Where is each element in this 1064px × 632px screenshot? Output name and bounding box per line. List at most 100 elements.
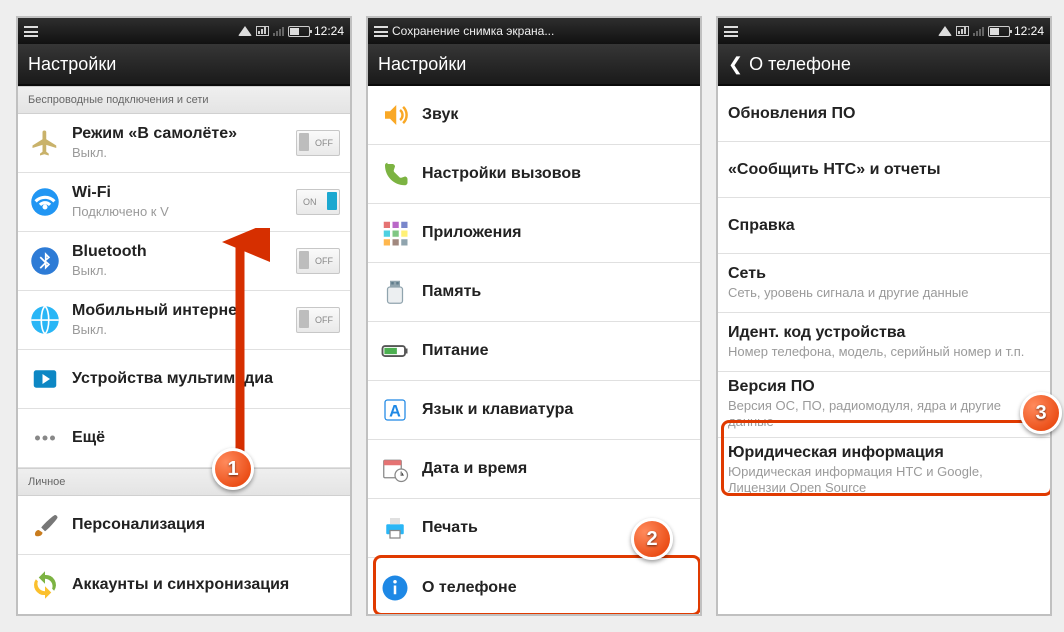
row-mobile-data[interactable]: Мобильный интернет Выкл. OFF [18, 291, 350, 350]
row-subtext: Юридическая информация HTC и Google, Лиц… [728, 464, 1040, 497]
row-label: Мобильный интернет [72, 302, 290, 320]
row-software-updates[interactable]: Обновления ПО [718, 86, 1050, 142]
wifi-icon [28, 185, 62, 219]
phone-screenshot-1: 12:24 Настройки Беспроводные подключения… [16, 16, 352, 616]
sound-icon [378, 98, 412, 132]
row-label: О телефоне [422, 579, 690, 597]
action-bar: Настройки [368, 44, 700, 86]
svg-text:A: A [389, 402, 401, 420]
info-icon [378, 571, 412, 605]
row-software-version[interactable]: Версия ПО Версия ОС, ПО, радиомодуля, яд… [718, 372, 1050, 438]
action-bar: Настройки [18, 44, 350, 86]
row-personalization[interactable]: Персонализация [18, 496, 350, 555]
annotation-badge-1: 1 [212, 448, 254, 490]
row-label: Режим «В самолёте» [72, 125, 290, 143]
sync-icon [28, 568, 62, 602]
sim-icon [256, 26, 269, 36]
row-label: Устройства мультимедиа [72, 370, 340, 388]
section-header-wireless: Беспроводные подключения и сети [18, 86, 350, 114]
row-label: Идент. код устройства [728, 324, 1040, 342]
battery-icon [378, 334, 412, 368]
globe-icon [28, 303, 62, 337]
toggle-bluetooth[interactable]: OFF [296, 248, 340, 274]
row-label: Приложения [422, 224, 690, 242]
more-horizontal-icon [28, 421, 62, 455]
row-label: Дата и время [422, 460, 690, 478]
notifications-icon [374, 26, 388, 37]
row-label: Wi-Fi [72, 184, 290, 202]
row-legal-info[interactable]: Юридическая информация Юридическая инфор… [718, 438, 1050, 503]
annotation-badge-2: 2 [631, 518, 673, 560]
notifications-icon [724, 26, 738, 37]
section-header-personal: Личное [18, 468, 350, 496]
row-airplane-mode[interactable]: Режим «В самолёте» Выкл. OFF [18, 114, 350, 173]
row-subtext: Версия ОС, ПО, радиомодуля, ядра и други… [728, 398, 1040, 431]
row-more[interactable]: Ещё [18, 409, 350, 468]
row-call-settings[interactable]: Настройки вызовов [368, 145, 700, 204]
toggle-wifi[interactable]: ON [296, 189, 340, 215]
row-label: Персонализация [72, 516, 340, 534]
airplane-icon [28, 126, 62, 160]
row-multimedia-devices[interactable]: Устройства мультимедиа [18, 350, 350, 409]
row-sound[interactable]: Звук [368, 86, 700, 145]
wifi-icon [238, 26, 252, 36]
row-label: Аккаунты и синхронизация [72, 576, 340, 594]
signal-icon [973, 27, 984, 36]
row-subtext: Сеть, уровень сигнала и другие данные [728, 285, 1040, 301]
row-storage[interactable]: Память [368, 263, 700, 322]
action-bar[interactable]: ❮ О телефоне [718, 44, 1050, 86]
apps-grid-icon [378, 216, 412, 250]
page-title: Настройки [28, 54, 116, 75]
row-network[interactable]: Сеть Сеть, уровень сигнала и другие данн… [718, 254, 1050, 313]
row-label: Обновления ПО [728, 105, 1040, 123]
status-bar: 12:24 [18, 18, 350, 44]
toggle-mobile-data[interactable]: OFF [296, 307, 340, 333]
row-label: Версия ПО [728, 378, 1040, 396]
wifi-icon [938, 26, 952, 36]
row-subtext: Номер телефона, модель, серийный номер и… [728, 344, 1040, 360]
row-label: Справка [728, 217, 1040, 235]
status-time: 12:24 [314, 24, 344, 38]
row-bluetooth[interactable]: Bluetooth Выкл. OFF [18, 232, 350, 291]
row-subtext: Выкл. [72, 145, 290, 161]
row-label: Настройки вызовов [422, 165, 690, 183]
row-power[interactable]: Питание [368, 322, 700, 381]
row-subtext: Выкл. [72, 322, 290, 338]
row-about-phone[interactable]: О телефоне [368, 558, 700, 616]
notifications-icon [24, 26, 38, 37]
row-accounts-sync[interactable]: Аккаунты и синхронизация [18, 555, 350, 614]
row-wifi[interactable]: Wi-Fi Подключено к V ON [18, 173, 350, 232]
row-device-identity[interactable]: Идент. код устройства Номер телефона, мо… [718, 313, 1050, 372]
phone-screenshot-3: 12:24 ❮ О телефоне Обновления ПО «Сообщи… [716, 16, 1052, 616]
row-label: Язык и клавиатура [422, 401, 690, 419]
row-label: Bluetooth [72, 243, 290, 261]
row-apps[interactable]: Приложения [368, 204, 700, 263]
status-time: 12:24 [1014, 24, 1044, 38]
back-chevron-icon[interactable]: ❮ [728, 54, 743, 75]
battery-icon [288, 26, 310, 37]
page-title: Настройки [378, 54, 466, 75]
status-bar: Сохранение снимка экрана... [368, 18, 700, 44]
status-bar: 12:24 [718, 18, 1050, 44]
language-key-icon: A [378, 393, 412, 427]
row-label: Сеть [728, 265, 1040, 283]
page-title: О телефоне [749, 54, 851, 75]
row-subtext: Выкл. [72, 263, 290, 279]
row-label: Ещё [72, 429, 340, 447]
row-help[interactable]: Справка [718, 198, 1050, 254]
row-tell-htc[interactable]: «Сообщить HTC» и отчеты [718, 142, 1050, 198]
toggle-airplane[interactable]: OFF [296, 130, 340, 156]
bluetooth-icon [28, 244, 62, 278]
row-label: Питание [422, 342, 690, 360]
row-date-time[interactable]: Дата и время [368, 440, 700, 499]
printer-icon [378, 511, 412, 545]
row-label: Память [422, 283, 690, 301]
calendar-clock-icon [378, 452, 412, 486]
row-language-keyboard[interactable]: A Язык и клавиатура [368, 381, 700, 440]
signal-icon [273, 27, 284, 36]
row-subtext: Подключено к V [72, 204, 290, 220]
phone-icon [378, 157, 412, 191]
annotation-badge-3: 3 [1020, 392, 1062, 434]
status-saving-text: Сохранение снимка экрана... [392, 24, 554, 38]
row-label: Юридическая информация [728, 444, 1040, 462]
